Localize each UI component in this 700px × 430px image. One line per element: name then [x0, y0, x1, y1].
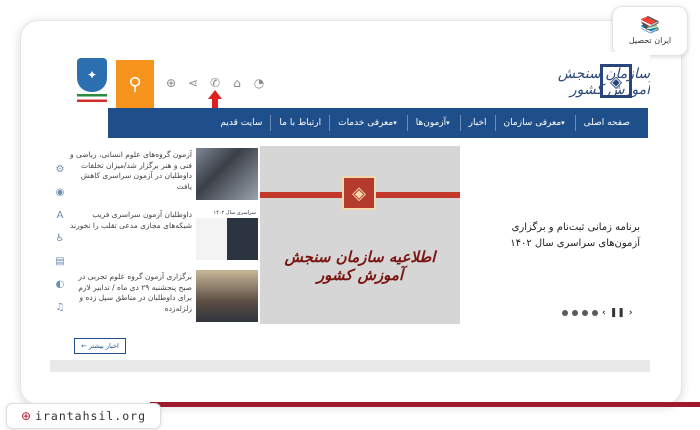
- nav-old-site[interactable]: سایت قدیم: [212, 115, 270, 131]
- chevron-down-icon: ▾: [446, 119, 450, 127]
- eye-icon[interactable]: ◉: [54, 185, 66, 199]
- globe-icon[interactable]: ⊕: [164, 76, 178, 90]
- nav-about[interactable]: معرفی سازمان ▾: [494, 115, 575, 131]
- nav-exams[interactable]: آزمون‌ها ▾: [406, 115, 460, 131]
- news-item[interactable]: آزمون گروه‌های علوم انسانی، ریاضی و فنی …: [68, 148, 258, 200]
- nav-contact[interactable]: ارتباط با ما: [270, 115, 329, 131]
- announcement-banner[interactable]: ◈ اطلاعیه سازمان سنجش آموزش کشور: [260, 146, 460, 324]
- globe-icon: ⊕: [21, 409, 32, 423]
- news-text[interactable]: برگزاری آزمون گروه علوم تجربی در صبح پنج…: [70, 272, 192, 314]
- text-size-icon[interactable]: A: [54, 208, 66, 222]
- banner-title: اطلاعیه سازمان سنجش آموزش کشور: [284, 248, 436, 284]
- slider-controls: ‹ ❚❚ ›: [562, 308, 633, 318]
- slide-dot[interactable]: [592, 310, 598, 316]
- accessibility-icon[interactable]: ♿: [54, 231, 66, 245]
- chevron-down-icon: ▾: [393, 119, 397, 127]
- pause-icon[interactable]: ❚❚: [610, 308, 625, 318]
- sound-icon[interactable]: ♫: [54, 300, 66, 314]
- accessibility-toolbar: ⚙ ◉ A ♿ ▤ ◐ ♫: [54, 162, 66, 314]
- main-navbar: صفحه اصلی معرفی سازمان ▾ اخبار آزمون‌ها ▾ …: [108, 108, 648, 138]
- nav-services[interactable]: معرفی خدمات ▾: [329, 115, 407, 131]
- more-news-button[interactable]: اخبار بیشتر ←: [74, 338, 126, 354]
- slide-dot[interactable]: [582, 310, 588, 316]
- url-badge[interactable]: ⊕ irantahsil.org: [6, 403, 161, 429]
- search-button[interactable]: ⚲: [116, 60, 154, 108]
- footer-strip: [50, 360, 650, 372]
- news-text[interactable]: آزمون گروه‌های علوم انسانی، ریاضی و فنی …: [70, 150, 192, 192]
- website-screenshot: ✦ ⚲ ⊕ ⋖ ✆ ⌂ ◔ سازمان سنجش آموزش کشور ◈ ص…: [50, 52, 650, 372]
- search-icon: ⚲: [128, 73, 142, 95]
- irantahsil-logo[interactable]: 📚 ایران تحصیل: [612, 6, 688, 56]
- emblem-logo: ✦: [74, 58, 110, 104]
- news-thumbnail[interactable]: [196, 270, 258, 322]
- banner-logo-icon: ◈: [342, 176, 376, 210]
- org-logo-icon[interactable]: ◈: [600, 64, 632, 98]
- home-icon[interactable]: ⌂: [230, 76, 244, 90]
- news-item[interactable]: داوطلبان آزمون سراسری فریب شبکه‌های مجاز…: [68, 208, 258, 260]
- site-url: irantahsil.org: [35, 409, 146, 423]
- document-icon[interactable]: ▤: [54, 254, 66, 268]
- next-icon[interactable]: ›: [629, 308, 633, 318]
- slide-title[interactable]: برنامه زمانی ثبت‌نام و برگزاری آزمون‌های…: [468, 220, 640, 252]
- org-name: سازمان سنجش آموزش کشور: [557, 66, 650, 98]
- books-icon: 📚: [640, 15, 660, 34]
- settings-icon[interactable]: ⚙: [54, 162, 66, 176]
- accent-line: [150, 402, 700, 407]
- flag-icon: [77, 94, 107, 102]
- thumbnail-caption: سراسری سال ۱۴۰۲: [196, 208, 258, 218]
- share-icon[interactable]: ⋖: [186, 76, 200, 90]
- news-thumbnail[interactable]: [196, 148, 258, 200]
- header-icons: ⊕ ⋖ ✆ ⌂ ◔: [164, 76, 266, 90]
- site-header: ✦ ⚲ ⊕ ⋖ ✆ ⌂ ◔ سازمان سنجش آموزش کشور ◈: [50, 52, 650, 115]
- nav-news[interactable]: اخبار: [459, 115, 495, 131]
- phone-icon[interactable]: ✆: [208, 76, 222, 90]
- shield-icon: ✦: [77, 58, 107, 92]
- chevron-down-icon: ▾: [561, 119, 565, 127]
- news-item[interactable]: برگزاری آزمون گروه علوم تجربی در صبح پنج…: [68, 270, 258, 322]
- nav-home[interactable]: صفحه اصلی: [574, 115, 638, 131]
- slide-dot[interactable]: [572, 310, 578, 316]
- arrow-left-icon: ←: [81, 342, 87, 350]
- logo-text: ایران تحصیل: [628, 36, 672, 45]
- slide-dot[interactable]: [562, 310, 568, 316]
- contrast-icon[interactable]: ◐: [54, 277, 66, 291]
- prev-icon[interactable]: ‹: [602, 308, 606, 318]
- rss-icon[interactable]: ◔: [252, 76, 266, 90]
- news-thumbnail[interactable]: سراسری سال ۱۴۰۲: [196, 208, 258, 260]
- news-text[interactable]: داوطلبان آزمون سراسری فریب شبکه‌های مجاز…: [70, 210, 192, 231]
